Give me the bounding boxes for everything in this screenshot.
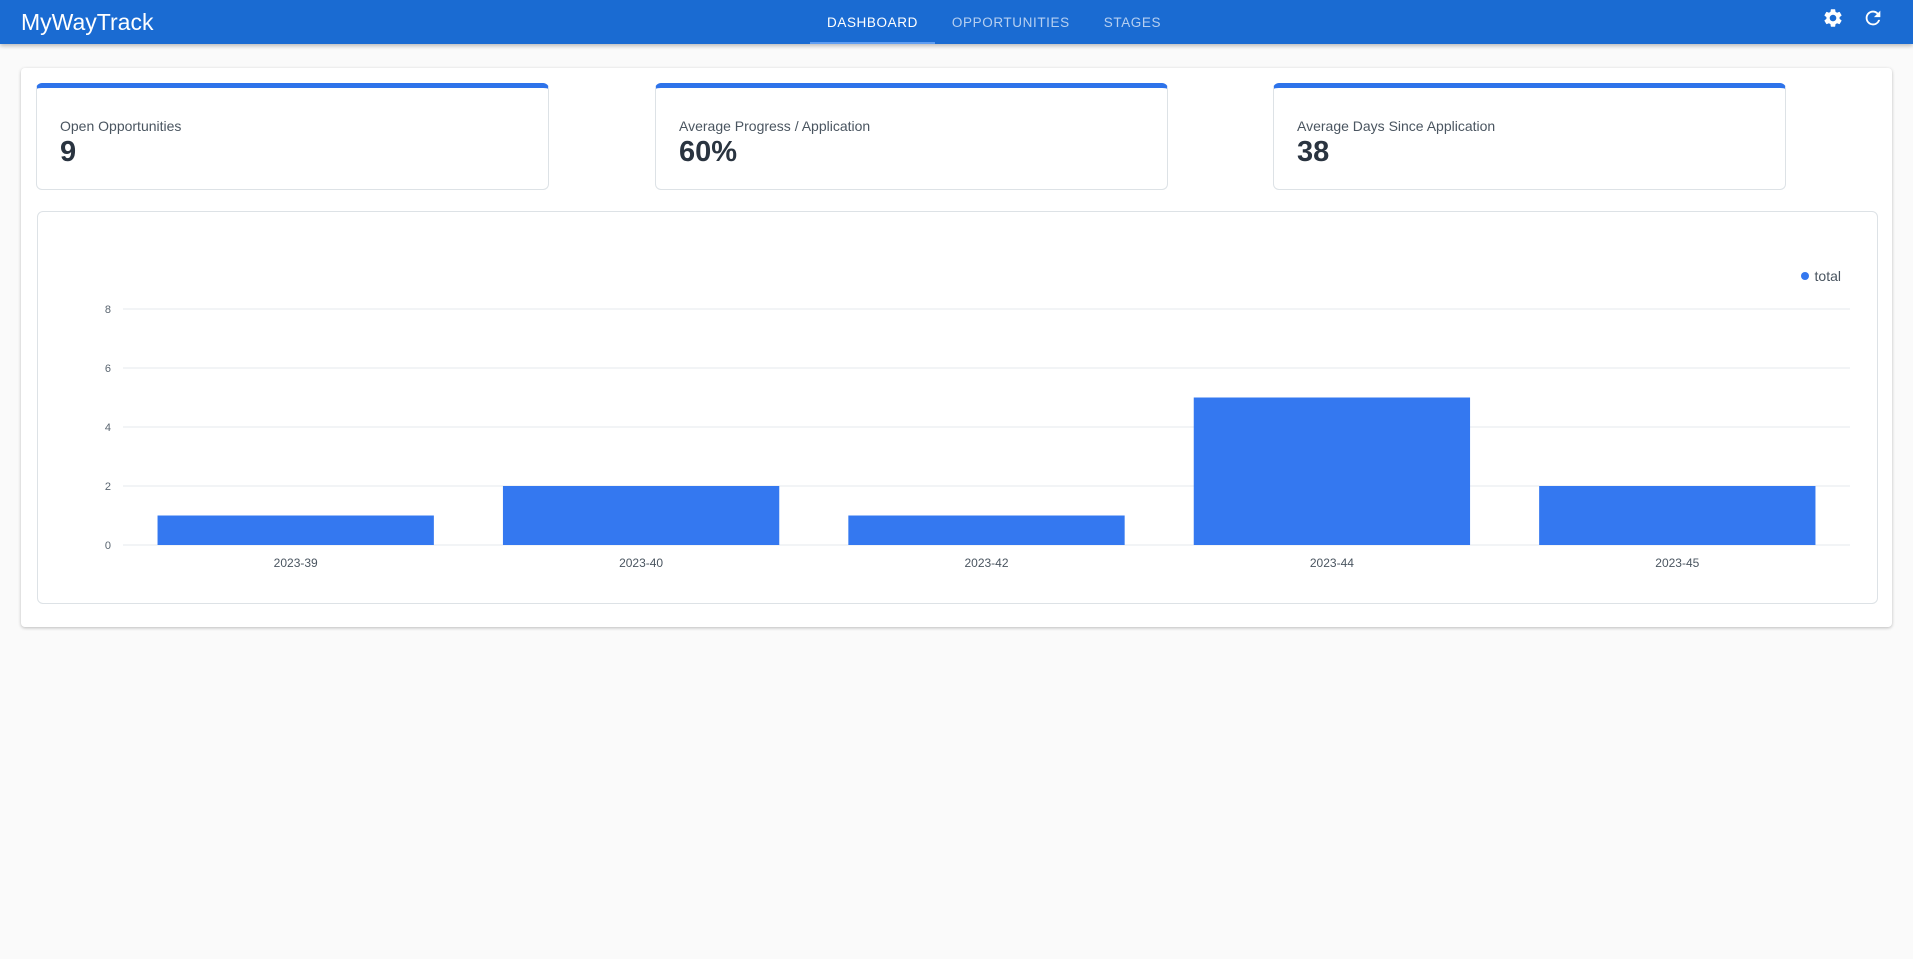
- app-bar: MyWayTrack DASHBOARD OPPORTUNITIES STAGE…: [0, 0, 1913, 44]
- stat-label: Open Opportunities: [60, 118, 182, 134]
- stat-value: 38: [1297, 136, 1330, 168]
- legend-dot: [1800, 272, 1809, 280]
- x-tick-label: 2023-40: [619, 556, 663, 570]
- x-tick-label: 2023-42: [964, 556, 1008, 570]
- tab-dashboard[interactable]: DASHBOARD: [810, 0, 935, 44]
- stat-label: Average Days Since Application: [1297, 118, 1496, 134]
- bar: [502, 486, 780, 545]
- x-tick-label: 2023-44: [1310, 556, 1354, 570]
- chart-card: 0 2 4 6 8 2023-39 2023-40 2023-42 2023-44 2023-45…: [37, 211, 1878, 604]
- settings-button[interactable]: [1819, 4, 1847, 32]
- dashboard-panel: Open Opportunities 9 Average Progress / …: [21, 68, 1892, 627]
- refresh-button[interactable]: [1859, 4, 1887, 32]
- stat-card-open-opportunities: Open Opportunities 9: [36, 83, 549, 190]
- stat-value: 9: [60, 136, 77, 168]
- refresh-icon: [1865, 10, 1881, 26]
- bar: [157, 515, 434, 545]
- y-tick-label: 8: [105, 304, 111, 316]
- tab-stages[interactable]: STAGES: [1087, 0, 1178, 44]
- y-tick-label: 6: [105, 363, 111, 375]
- bar-chart: 0 2 4 6 8 2023-39 2023-40 2023-42 2023-44 2023-45: [105, 304, 1850, 570]
- nav-tabs: DASHBOARD OPPORTUNITIES STAGES: [810, 0, 1178, 44]
- stat-card-average-progress: Average Progress / Application 60%: [655, 83, 1168, 190]
- stat-card-average-days: Average Days Since Application 38: [1273, 83, 1786, 190]
- bar: [1539, 486, 1816, 545]
- tab-opportunities[interactable]: OPPORTUNITIES: [935, 0, 1087, 44]
- app-title: MyWayTrack: [21, 9, 154, 35]
- y-tick-label: 0: [105, 540, 111, 552]
- y-tick-label: 2: [105, 481, 111, 493]
- bar: [1193, 397, 1471, 545]
- chart-legend[interactable]: total: [1800, 268, 1841, 284]
- bar: [848, 515, 1125, 545]
- gear-icon: [1824, 9, 1842, 27]
- stat-label: Average Progress / Application: [679, 118, 871, 134]
- stat-value: 60%: [679, 136, 738, 168]
- y-tick-label: 4: [105, 422, 111, 434]
- legend-label: total: [1814, 268, 1841, 284]
- x-tick-label: 2023-45: [1655, 556, 1699, 570]
- x-tick-label: 2023-39: [274, 556, 318, 570]
